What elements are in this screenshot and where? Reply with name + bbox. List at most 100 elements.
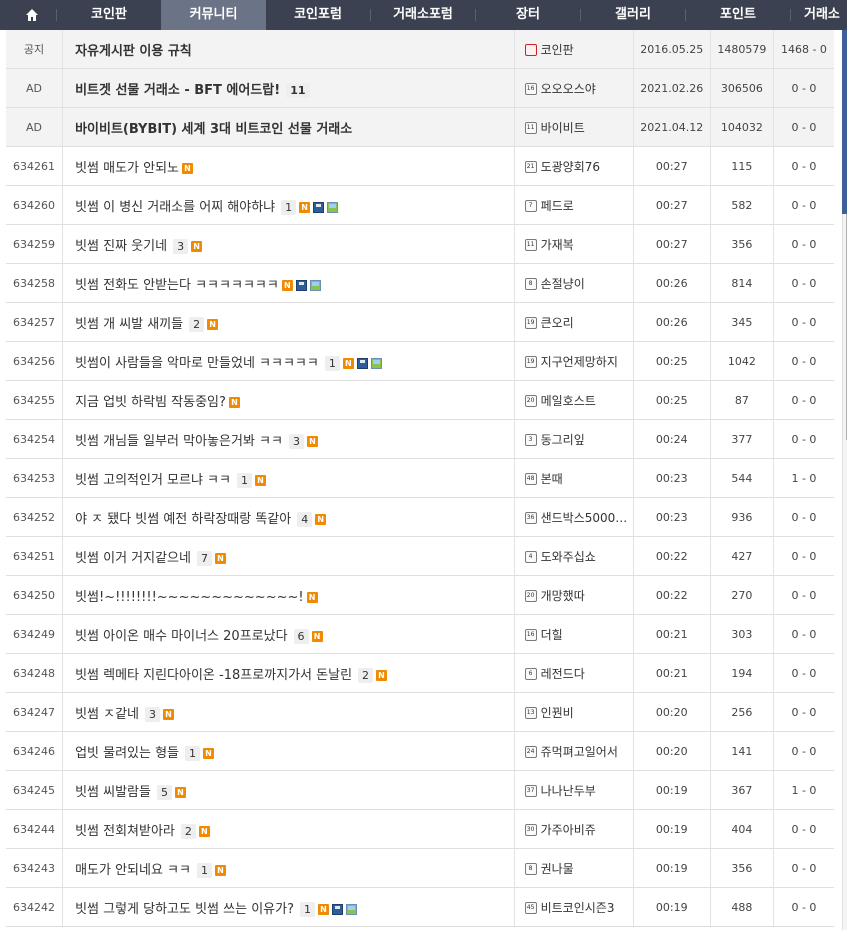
nav-item-community[interactable]: 커뮤니티 [161,0,266,30]
author-name-link[interactable]: 동그리잎 [541,433,585,447]
post-row[interactable]: 634250 빗썸!~!!!!!!!!~~~~~~~~~~~~~! N 20 개망했따 0… [6,575,834,615]
post-title-link[interactable]: 빗썸 그렇게 당하고도 빗썸 쓰는 이유가? [75,902,294,917]
post-title-link[interactable]: 빗썸이 사람들을 악마로 만들었네 ㅋㅋㅋㅋㅋ [75,356,319,371]
author-name-link[interactable]: 바이비트 [541,121,585,135]
comment-count-badge[interactable]: 2 [189,316,205,332]
post-title-link[interactable]: 자유게시판 이용 규칙 [75,44,192,59]
post-row[interactable]: AD 비트겟 선물 거래소 - BFT 에어드랍! 11 16 오오오스야 2021.02… [6,68,834,108]
nav-item-exchange[interactable]: 거래소 [804,0,847,30]
post-row[interactable]: 공지 자유게시판 이용 규칙 코인판 2016.05.25 1480579 1468 - … [6,30,834,69]
nav-item-coin-forum[interactable]: 코인포럼 [266,0,370,30]
author-name-link[interactable]: 쥬먹펴고일어서 [541,745,618,759]
author-name-link[interactable]: 개망했따 [541,589,585,603]
comment-count-badge[interactable]: 2 [180,823,196,839]
post-title-link[interactable]: 업빗 물려있는 형들 [75,746,179,761]
post-row[interactable]: 634247 빗썸 ㅈ같네 3 N 13 인꿘비 00:20 256 0 - 0 [6,692,834,732]
author-name-link[interactable]: 인꿘비 [541,706,574,720]
post-row[interactable]: 634256 빗썸이 사람들을 악마로 만들었네 ㅋㅋㅋㅋㅋ 1 N 19 지구언제망하지… [6,341,834,381]
nav-item-points[interactable]: 포인트 [686,0,790,30]
post-row[interactable]: AD 바이비트(BYBIT) 세계 3대 비트코인 선물 거래소 11 바이비트 202… [6,107,834,147]
post-title-link[interactable]: 빗썸 ㅈ같네 [75,707,139,722]
comment-count-badge[interactable]: 11 [286,82,310,98]
user-level-icon: 16 [524,83,537,95]
post-row[interactable]: 634252 야 ㅈ 됐다 빗썸 예전 하락장때랑 똑같아 4 N 36 샌드박스5000… [6,497,834,537]
comment-count-badge[interactable]: 1 [299,901,315,917]
scrollbar-thumb[interactable] [842,30,847,214]
post-row[interactable]: 634254 빗썸 개님들 일부러 막아놓은거봐 ㅋㅋ 3 N 3 동그리잎 00:24 37… [6,419,834,459]
post-title-link[interactable]: 빗썸 진짜 웃기네 [75,239,167,254]
post-row[interactable]: 634244 빗썸 전회쳐받아라 2 N 30 가주아비쥬 00:19 404 0 - 0 [6,809,834,849]
post-row[interactable]: 634261 빗썸 매도가 안되노 N 21 도광양회76 00:27 115 0 - 0 [6,146,834,186]
comment-count-badge[interactable]: 3 [288,433,304,449]
author-name-link[interactable]: 나나난두부 [541,784,596,798]
post-row[interactable]: 634245 빗썸 씨발람들 5 N 37 나나난두부 00:19 367 1 - 0 [6,770,834,810]
post-title-link[interactable]: 빗썸 개 씨발 새끼들 [75,317,183,332]
author-name-link[interactable]: 레전드다 [541,667,585,681]
post-title-link[interactable]: 야 ㅈ 됐다 빗썸 예전 하락장때랑 똑같아 [75,512,291,527]
comment-count-badge[interactable]: 1 [281,199,297,215]
post-title-link[interactable]: 빗썸 고의적인거 모르냐 ㅋㅋ [75,473,231,488]
author-name-link[interactable]: 오오오스야 [541,82,596,96]
author-name-link[interactable]: 손절냥이 [541,277,585,291]
post-title-link[interactable]: 빗썸!~!!!!!!!!~~~~~~~~~~~~~! [75,590,304,605]
post-row[interactable]: 634243 매도가 안되네요 ㅋㅋ 1 N 8 권나물 00:19 356 0 - 0 [6,848,834,888]
author-name-link[interactable]: 코인판 [541,43,574,57]
comment-count-badge[interactable]: 2 [358,667,374,683]
author-name-link[interactable]: 도와주십쇼 [541,550,596,564]
post-row[interactable]: 634248 빗썸 렉메타 지린다아이온 -18프로까지가서 돈날린 2 N 6 레전드다… [6,653,834,693]
post-title-link[interactable]: 빗썸 개님들 일부러 막아놓은거봐 ㅋㅋ [75,434,283,449]
comment-count-badge[interactable]: 3 [145,706,160,722]
home-icon[interactable] [25,8,39,22]
post-row[interactable]: 634253 빗썸 고의적인거 모르냐 ㅋㅋ 1 N 48 본때 00:23 544 1 - 0 [6,458,834,498]
nav-item-coinpan[interactable]: 코인판 [57,0,161,30]
comment-count-badge[interactable]: 1 [236,472,252,488]
post-title-link[interactable]: 빗썸 이거 거지같으네 [75,551,191,566]
nav-item-exchange-forum[interactable]: 거래소포럼 [371,0,475,30]
author-name-link[interactable]: 큰오리 [541,316,574,330]
post-row[interactable]: 634246 업빗 물려있는 형들 1 N 24 쥬먹펴고일어서 00:20 141 0 - 0 [6,731,834,771]
post-row[interactable]: 634257 빗썸 개 씨발 새끼들 2 N 19 큰오리 00:26 345 0 - 0 [6,302,834,342]
post-title-link[interactable]: 빗썸 아이온 매수 마이너스 20프로났다 [75,629,287,644]
comment-count-badge[interactable]: 5 [156,784,172,800]
post-row[interactable]: 634242 빗썸 그렇게 당하고도 빗썸 쓰는 이유가? 1 N 45 비트코인시즌3 0… [6,887,834,927]
comment-count-badge[interactable]: 1 [324,355,340,371]
post-title-link[interactable]: 빗썸 씨발람들 [75,785,151,800]
post-title-link[interactable]: 빗썸 전회쳐받아라 [75,824,175,839]
author-name-link[interactable]: 가재복 [541,238,574,252]
comment-count-badge[interactable]: 1 [196,862,212,878]
post-title-link[interactable]: 바이비트(BYBIT) 세계 3대 비트코인 선물 거래소 [75,122,352,137]
author-name-link[interactable]: 페드로 [541,199,574,213]
post-row[interactable]: 634251 빗썸 이거 거지같으네 7 N 4 도와주십쇼 00:22 427 0 - 0 [6,536,834,576]
author-name-link[interactable]: 지구언제망하지 [541,355,618,369]
post-title-link[interactable]: 비트겟 선물 거래소 - BFT 에어드랍! [75,83,280,98]
post-row[interactable]: 634259 빗썸 진짜 웃기네 3 N 11 가재복 00:27 356 0 - 0 [6,224,834,264]
post-title-cell: 야 ㅈ 됐다 빗썸 예전 하락장때랑 똑같아 4 N [62,497,515,537]
comment-count-badge[interactable]: 4 [297,511,313,527]
post-date: 2016.05.25 [633,30,711,69]
nav-item-gallery[interactable]: 갤러리 [581,0,685,30]
author-name-link[interactable]: 도광양회76 [541,160,600,174]
comment-count-badge[interactable]: 6 [293,628,309,644]
author-name-link[interactable]: 가주아비쥬 [541,823,596,837]
post-row[interactable]: 634258 빗썸 전화도 안받는다 ㅋㅋㅋㅋㅋㅋㅋ N 8 손절냥이 00:26 814 0… [6,263,834,303]
post-title-link[interactable]: 빗썸 렉메타 지린다아이온 -18프로까지가서 돈날린 [75,668,352,683]
author-name-link[interactable]: 본때 [541,472,563,486]
comment-count-badge[interactable]: 3 [173,238,189,254]
post-title-link[interactable]: 빗썸 전화도 안받는다 ㅋㅋㅋㅋㅋㅋㅋ [75,278,279,293]
comment-count-badge[interactable]: 7 [196,550,212,566]
author-name-link[interactable]: 비트코인시즌3 [541,901,615,915]
author-name-link[interactable]: 메일호스트 [541,394,596,408]
author-name-link[interactable]: 권나물 [541,862,574,876]
post-title-link[interactable]: 매도가 안되네요 ㅋㅋ [75,863,191,878]
post-row[interactable]: 634260 빗썸 이 병신 거래소를 어찌 해야하냐 1 N 7 페드로 00:27 582… [6,185,834,225]
comment-count-badge[interactable]: 1 [185,745,201,761]
author-name-link[interactable]: 더힐 [541,628,563,642]
post-views: 345 [710,302,774,342]
post-title-link[interactable]: 빗썸 매도가 안되노 [75,161,179,176]
nav-item-market[interactable]: 장터 [476,0,580,30]
post-title-link[interactable]: 지금 업빗 하락빔 작동중임? [75,395,226,410]
post-row[interactable]: 634249 빗썸 아이온 매수 마이너스 20프로났다 6 N 16 더힐 00:21 30… [6,614,834,654]
author-name-link[interactable]: 샌드박스5000… [541,511,628,525]
post-row[interactable]: 634255 지금 업빗 하락빔 작동중임? N 20 메일호스트 00:25 87 0 - … [6,380,834,420]
post-title-link[interactable]: 빗썸 이 병신 거래소를 어찌 해야하냐 [75,200,275,215]
